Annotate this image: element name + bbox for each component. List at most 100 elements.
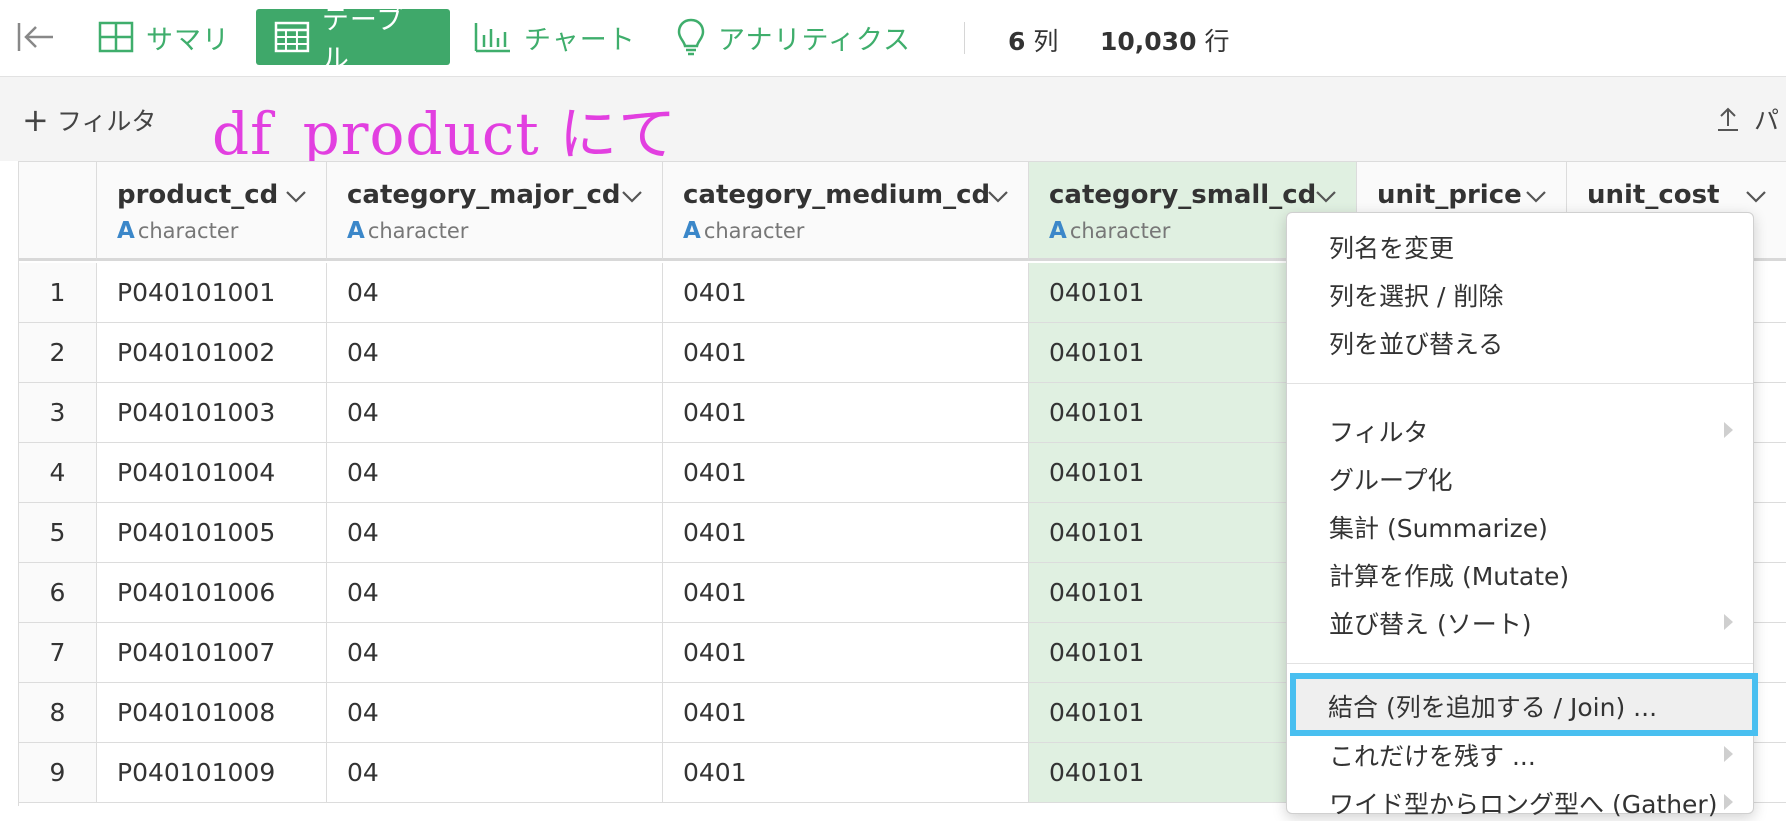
table-cell: 04 [327, 263, 663, 323]
column-type-label: character [137, 219, 239, 243]
chevron-down-icon[interactable] [1315, 190, 1337, 204]
tab-table-label: テーブル [321, 5, 405, 75]
column-type: Acharacter [117, 218, 238, 244]
character-type-icon: A [117, 218, 135, 244]
chevron-down-icon[interactable] [1745, 190, 1767, 204]
toolbar-divider [964, 22, 965, 54]
upload-icon [1718, 107, 1738, 131]
menu-item-keep-only[interactable]: これだけを残す ... [1329, 737, 1536, 773]
table-cell: P040101009 [97, 743, 327, 803]
column-name: product_cd [117, 180, 279, 210]
column-type: Acharacter [347, 218, 468, 244]
tab-analytics-label: アナリティクス [718, 24, 912, 56]
character-type-icon: A [347, 218, 365, 244]
column-count: 6 列 [1008, 22, 1058, 58]
menu-item-sort[interactable]: 並び替え (ソート) [1329, 605, 1531, 641]
menu-item-group-by[interactable]: グループ化 [1329, 461, 1453, 497]
menu-item-mutate[interactable]: 計算を作成 (Mutate) [1329, 557, 1569, 593]
chevron-down-icon[interactable] [621, 190, 643, 204]
table-cell: 0401 [663, 443, 1029, 503]
submenu-arrow-icon [1724, 422, 1733, 438]
table-icon [274, 21, 310, 53]
table-cell: P040101005 [97, 503, 327, 563]
row-number: 3 [19, 383, 97, 443]
column-count-unit: 列 [1033, 27, 1059, 56]
table-cell: 0401 [663, 263, 1029, 323]
add-filter-label: フィルタ [56, 107, 157, 136]
menu-item-gather[interactable]: ワイド型からロング型へ (Gather) [1329, 785, 1717, 821]
chevron-down-icon[interactable] [987, 190, 1009, 204]
row-number: 5 [19, 503, 97, 563]
table-cell: P040101004 [97, 443, 327, 503]
column-type-label: character [367, 219, 469, 243]
column-header-category-medium-cd[interactable]: category_medium_cd Acharacter [663, 161, 1029, 261]
table-cell: 04 [327, 323, 663, 383]
collapse-left-icon[interactable] [16, 20, 56, 54]
table-cell: P040101001 [97, 263, 327, 323]
export-label: パ [1754, 106, 1780, 135]
menu-item-rename-column[interactable]: 列名を変更 [1329, 229, 1454, 265]
menu-item-summarize[interactable]: 集計 (Summarize) [1329, 509, 1548, 545]
column-type-label: character [1069, 219, 1171, 243]
row-count-unit: 行 [1204, 27, 1230, 56]
row-number: 1 [19, 263, 97, 323]
bar-chart-icon [474, 23, 510, 53]
table-cell: P040101003 [97, 383, 327, 443]
column-header-category-major-cd[interactable]: category_major_cd Acharacter [327, 161, 663, 261]
column-type: Acharacter [683, 218, 804, 244]
column-name: unit_cost [1587, 180, 1720, 210]
table-cell: 0401 [663, 743, 1029, 803]
character-type-icon: A [1049, 218, 1067, 244]
menu-divider [1287, 383, 1753, 384]
column-type: Acharacter [1049, 218, 1170, 244]
menu-divider [1287, 663, 1753, 664]
tab-chart[interactable]: チャート [474, 9, 636, 65]
menu-item-reorder-columns[interactable]: 列を並び替える [1329, 325, 1503, 361]
row-count-value: 10,030 [1100, 27, 1197, 56]
menu-item-select-delete-columns[interactable]: 列を選択 / 削除 [1329, 277, 1503, 313]
table-cell: 04 [327, 683, 663, 743]
plus-icon: + [22, 101, 49, 139]
tab-analytics[interactable]: アナリティクス [676, 9, 911, 65]
table-cell: P040101002 [97, 323, 327, 383]
table-cell: 0401 [663, 323, 1029, 383]
column-name: category_major_cd [347, 180, 621, 210]
table-cell: 0401 [663, 503, 1029, 563]
row-number-header [19, 161, 97, 261]
row-number: 8 [19, 683, 97, 743]
tab-table[interactable]: テーブル [256, 5, 450, 75]
table-cell: 04 [327, 563, 663, 623]
chevron-down-icon[interactable] [285, 190, 307, 204]
table-cell: 04 [327, 623, 663, 683]
annotation-text: df_product にて [212, 100, 678, 168]
chevron-down-icon[interactable] [1525, 190, 1547, 204]
add-filter-button[interactable]: + フィルタ [22, 102, 156, 138]
column-name: unit_price [1377, 180, 1522, 210]
row-number: 9 [19, 743, 97, 803]
submenu-arrow-icon [1724, 614, 1733, 630]
column-name: category_medium_cd [683, 180, 991, 210]
table-cell: 0401 [663, 563, 1029, 623]
tab-chart-label: チャート [524, 24, 636, 56]
row-count: 10,030 行 [1100, 22, 1229, 58]
summary-grid-icon [98, 21, 134, 53]
table-cell: 04 [327, 743, 663, 803]
character-type-icon: A [683, 218, 701, 244]
table-cell: 04 [327, 443, 663, 503]
column-name: category_small_cd [1049, 180, 1317, 210]
submenu-arrow-icon [1724, 794, 1733, 810]
tab-summary[interactable]: サマリ [98, 9, 230, 65]
tab-summary-label: サマリ [146, 24, 230, 56]
row-number: 2 [19, 323, 97, 383]
table-cell: 04 [327, 503, 663, 563]
column-header-product-cd[interactable]: product_cd Acharacter [97, 161, 327, 261]
export-button[interactable]: パ [1716, 101, 1779, 137]
menu-item-join[interactable]: 結合 (列を追加する / Join) ... [1328, 688, 1657, 724]
menu-item-filter[interactable]: フィルタ [1329, 413, 1429, 449]
submenu-arrow-icon [1724, 746, 1733, 762]
table-cell: 0401 [663, 683, 1029, 743]
filter-bar: + フィルタ df_product にて パ [0, 77, 1786, 168]
table-cell: 0401 [663, 623, 1029, 683]
row-number: 4 [19, 443, 97, 503]
column-type-label: character [703, 219, 805, 243]
